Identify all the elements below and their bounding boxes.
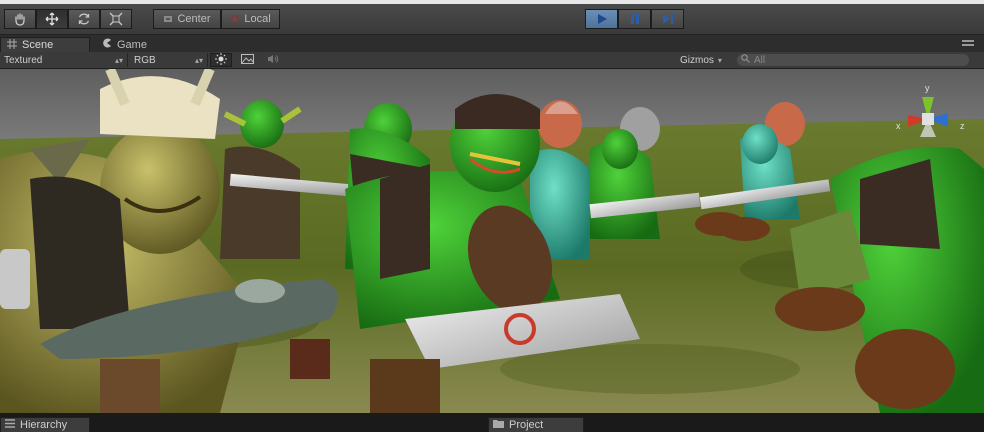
- pivot-center-button[interactable]: Center: [153, 9, 221, 29]
- render-mode-dropdown[interactable]: RGB ▴▾: [130, 53, 208, 67]
- tab-game[interactable]: Game: [96, 37, 166, 52]
- step-icon: [661, 12, 675, 26]
- main-toolbar: Center Local: [0, 4, 984, 35]
- search-placeholder: All: [754, 54, 766, 66]
- sun-icon: [215, 52, 227, 68]
- gizmo-x-label: x: [896, 121, 901, 131]
- dropdown-arrow-icon: ▴▾: [194, 55, 203, 65]
- speaker-icon: [267, 54, 279, 67]
- gizmo-y-label: y: [925, 83, 930, 93]
- pivot-center-label: Center: [177, 13, 211, 25]
- pause-button[interactable]: [618, 9, 651, 29]
- gizmos-label: Gizmos: [680, 54, 714, 66]
- hand-icon: [13, 12, 27, 26]
- pivot-icon: [163, 14, 173, 24]
- dropdown-arrow-icon: ▾: [717, 55, 722, 65]
- pacman-icon: [102, 38, 112, 51]
- folder-icon: [493, 419, 504, 431]
- scene-lighting-toggle[interactable]: [210, 52, 232, 68]
- scene-render: y x z: [0, 69, 984, 413]
- move-icon: [45, 12, 59, 26]
- scene-view-options: Textured ▴▾ RGB ▴▾ Gizmos ▾ All: [0, 52, 984, 69]
- bottom-panel-tabs: Hierarchy Project: [0, 413, 984, 432]
- tab-project-label: Project: [509, 419, 544, 431]
- panel-menu-icon[interactable]: [962, 40, 974, 46]
- step-button[interactable]: [651, 9, 684, 29]
- tab-hierarchy[interactable]: Hierarchy: [0, 417, 90, 432]
- gizmos-dropdown[interactable]: Gizmos ▾: [680, 53, 722, 67]
- scale-tool-button[interactable]: [100, 9, 132, 29]
- transform-tools: [4, 9, 132, 29]
- play-icon: [595, 12, 609, 26]
- rotate-tool-button[interactable]: [68, 9, 100, 29]
- pause-icon: [628, 12, 642, 26]
- pivot-local-label: Local: [244, 13, 271, 25]
- search-icon: [741, 54, 750, 66]
- dropdown-arrow-icon: ▴▾: [114, 55, 123, 65]
- local-space-icon: [230, 14, 240, 24]
- scale-icon: [109, 12, 123, 26]
- move-tool-button[interactable]: [36, 9, 68, 29]
- hand-tool-button[interactable]: [4, 9, 36, 29]
- tab-scene[interactable]: Scene: [0, 37, 90, 52]
- gizmo-z-label: z: [960, 121, 965, 131]
- grid-icon: [7, 38, 17, 52]
- pivot-local-button[interactable]: Local: [221, 9, 280, 29]
- render-mode-value: RGB: [134, 54, 156, 66]
- scene-search-field[interactable]: All: [737, 54, 969, 66]
- rotate-icon: [77, 12, 91, 26]
- shading-mode-dropdown[interactable]: Textured ▴▾: [0, 53, 128, 67]
- tab-scene-label: Scene: [22, 39, 54, 51]
- shading-mode-value: Textured: [4, 54, 43, 66]
- scene-viewport[interactable]: y x z: [0, 69, 984, 413]
- scene-effects-toggle[interactable]: [236, 53, 258, 67]
- list-icon: [5, 419, 15, 431]
- image-icon: [240, 53, 254, 67]
- tab-project[interactable]: Project: [488, 417, 584, 432]
- playback-controls: [585, 9, 684, 29]
- editor-tab-bar: Scene Game: [0, 35, 984, 52]
- tab-hierarchy-label: Hierarchy: [20, 419, 68, 431]
- tab-game-label: Game: [117, 38, 147, 51]
- play-button[interactable]: [585, 9, 618, 29]
- pivot-toggles: Center Local: [153, 9, 280, 29]
- scene-audio-toggle[interactable]: [262, 53, 284, 67]
